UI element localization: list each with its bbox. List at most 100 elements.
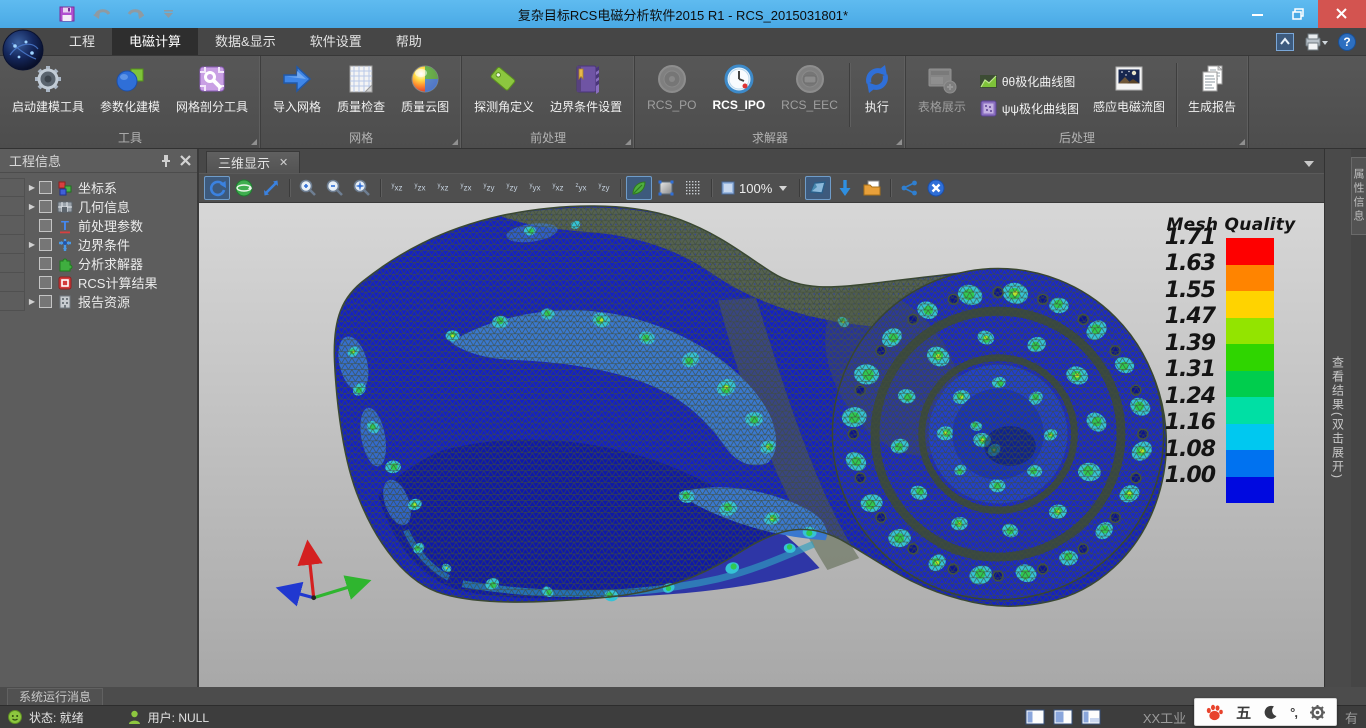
layout-bottom-panel-icon[interactable] xyxy=(1081,709,1101,725)
ime-mode-label[interactable]: 五 xyxy=(1236,702,1251,723)
zoom-in-icon[interactable] xyxy=(295,176,321,200)
tree-item-2[interactable]: T前处理参数 xyxy=(0,216,197,235)
ribbon-button-tag[interactable]: 探测角定义 xyxy=(466,59,542,131)
exec-icon xyxy=(861,63,893,95)
ime-logo-icon[interactable] xyxy=(1205,703,1224,722)
minimize-button[interactable] xyxy=(1238,0,1278,28)
results-collapsed-panel[interactable]: 查看结果(双击展开) xyxy=(1324,149,1351,687)
legend-color-band xyxy=(1226,318,1274,345)
wireframe-points-icon[interactable] xyxy=(680,176,706,200)
menu-tab-2[interactable]: 数据&显示 xyxy=(198,28,293,55)
tree-item-6[interactable]: ▶报告资源 xyxy=(0,292,197,311)
view-orientation-9[interactable]: yzy xyxy=(593,176,615,200)
orbit-view-icon[interactable] xyxy=(231,176,257,200)
view-orientation-1[interactable]: yzx xyxy=(409,176,431,200)
view-orientation-6[interactable]: yyx xyxy=(524,176,546,200)
help-icon[interactable]: ? xyxy=(1338,33,1356,51)
ribbon-button-psi[interactable]: ψψ极化曲线图 xyxy=(980,100,1079,117)
undo-icon[interactable] xyxy=(92,5,110,23)
project-info-panel: 工程信息 ▶坐标系▶几何信息T前处理参数▶边界条件分析求解器RCS计算结果▶报告… xyxy=(0,149,199,687)
tree-checkbox[interactable] xyxy=(39,181,52,194)
layout-split-panel-icon[interactable] xyxy=(1053,709,1073,725)
menu-tab-4[interactable]: 帮助 xyxy=(379,28,439,55)
tree-item-5[interactable]: RCS计算结果 xyxy=(0,273,197,292)
shaded-leaf-icon[interactable] xyxy=(626,176,652,200)
ribbon-button-eec: RCS_EEC xyxy=(773,59,846,131)
capture-folder-icon[interactable] xyxy=(859,176,885,200)
tree-expand-icon[interactable]: ▶ xyxy=(25,202,39,211)
tree-expand-icon[interactable]: ▶ xyxy=(25,297,39,306)
tree-checkbox[interactable] xyxy=(39,219,52,232)
ribbon-button-import[interactable]: 导入网格 xyxy=(265,59,329,131)
tree-item-1[interactable]: ▶几何信息 xyxy=(0,197,197,216)
tree-item-0[interactable]: ▶坐标系 xyxy=(0,178,197,197)
tab-3d-display[interactable]: 三维显示 ✕ xyxy=(206,151,300,173)
ribbon-button-param[interactable]: 参数化建模 xyxy=(92,59,168,131)
import-view-icon[interactable] xyxy=(832,176,858,200)
tab-close-icon[interactable]: ✕ xyxy=(279,156,288,169)
tree-item-3[interactable]: ▶边界条件 xyxy=(0,235,197,254)
ribbon-button-photo[interactable]: 感应电磁流图 xyxy=(1085,59,1173,131)
save-icon[interactable] xyxy=(58,5,76,23)
view-orientation-7[interactable]: yxz xyxy=(547,176,569,200)
tree-expand-icon[interactable]: ▶ xyxy=(25,240,39,249)
rotate-view-icon[interactable] xyxy=(204,176,230,200)
menu-tab-1[interactable]: 电磁计算 xyxy=(112,28,198,55)
view-orientation-4[interactable]: yzy xyxy=(478,176,500,200)
zoom-out-icon[interactable] xyxy=(322,176,348,200)
ime-toolbar[interactable]: 五 °, xyxy=(1194,698,1337,726)
ribbon-button-exec[interactable]: 执行 xyxy=(853,59,901,131)
pan-zoom-icon[interactable] xyxy=(258,176,284,200)
collapse-ribbon-icon[interactable] xyxy=(1276,33,1294,51)
close-panel-icon[interactable] xyxy=(180,155,191,166)
ribbon-button-report[interactable]: 生成报告 xyxy=(1180,59,1244,131)
view-orientation-8[interactable]: zyx xyxy=(570,176,592,200)
mesh-quality-legend: Mesh Quality 1.711.631.551.471.391.311.2… xyxy=(1162,215,1300,503)
view-orientation-0[interactable]: yxz xyxy=(386,176,408,200)
ime-settings-gear-icon[interactable] xyxy=(1309,704,1326,721)
ribbon-button-meshtool[interactable]: 网格剖分工具 xyxy=(168,59,256,131)
layout-left-panel-icon[interactable] xyxy=(1025,709,1045,725)
tree-expand-icon[interactable]: ▶ xyxy=(25,183,39,192)
menu-tab-0[interactable]: 工程 xyxy=(52,28,112,55)
tree-checkbox[interactable] xyxy=(39,295,52,308)
property-info-tab[interactable]: 属性信息 xyxy=(1351,157,1366,235)
view-orientation-5[interactable]: yzy xyxy=(501,176,523,200)
system-messages-tab[interactable]: 系统运行消息 xyxy=(7,688,103,705)
tree-checkbox[interactable] xyxy=(39,238,52,251)
ime-moon-icon[interactable] xyxy=(1263,705,1278,720)
ime-punct-label[interactable]: °, xyxy=(1290,705,1297,720)
ribbon-button-ipo[interactable]: RCS_IPO xyxy=(704,59,773,131)
zoom-level-control[interactable]: 100% xyxy=(717,176,794,200)
viewport-3d[interactable]: Mesh Quality 1.711.631.551.471.391.311.2… xyxy=(199,203,1324,687)
ribbon-button-qcheck[interactable]: 质量检查 xyxy=(329,59,393,131)
clip-plane-icon[interactable] xyxy=(805,176,831,200)
clear-view-icon[interactable] xyxy=(923,176,949,200)
rcsresult-icon xyxy=(57,275,73,291)
zoom-fit-icon[interactable] xyxy=(349,176,375,200)
tree-checkbox[interactable] xyxy=(39,257,52,270)
share-view-icon[interactable] xyxy=(896,176,922,200)
tree-item-4[interactable]: 分析求解器 xyxy=(0,254,197,273)
tree-checkbox[interactable] xyxy=(39,276,52,289)
redo-icon[interactable] xyxy=(126,5,144,23)
ribbon-button-book[interactable]: 边界条件设置 xyxy=(542,59,630,131)
print-preview-icon[interactable] xyxy=(1304,33,1328,51)
tree-gutter-cell xyxy=(0,178,25,197)
close-button[interactable] xyxy=(1318,0,1366,28)
tab-list-dropdown-icon[interactable] xyxy=(1304,161,1314,167)
ribbon-button-theta[interactable]: θθ极化曲线图 xyxy=(980,73,1079,90)
view-orientation-3[interactable]: yzx xyxy=(455,176,477,200)
shaded-mode-icon[interactable] xyxy=(653,176,679,200)
watermark-text-left: XX工业 xyxy=(1143,708,1186,727)
menu-tab-3[interactable]: 软件设置 xyxy=(293,28,379,55)
view-orientation-2[interactable]: yxz xyxy=(432,176,454,200)
legend-value: 1.00 xyxy=(1162,463,1226,490)
pin-icon[interactable] xyxy=(159,154,172,167)
status-bar: 状态: 就绪 用户: NULL XX工业 五 °, 有 xyxy=(0,705,1366,728)
tree-checkbox[interactable] xyxy=(39,200,52,213)
ribbon-button-qcloud[interactable]: 质量云图 xyxy=(393,59,457,131)
restore-button[interactable] xyxy=(1278,0,1318,28)
app-logo-icon[interactable] xyxy=(2,29,45,72)
qat-dropdown-icon[interactable] xyxy=(160,5,178,23)
